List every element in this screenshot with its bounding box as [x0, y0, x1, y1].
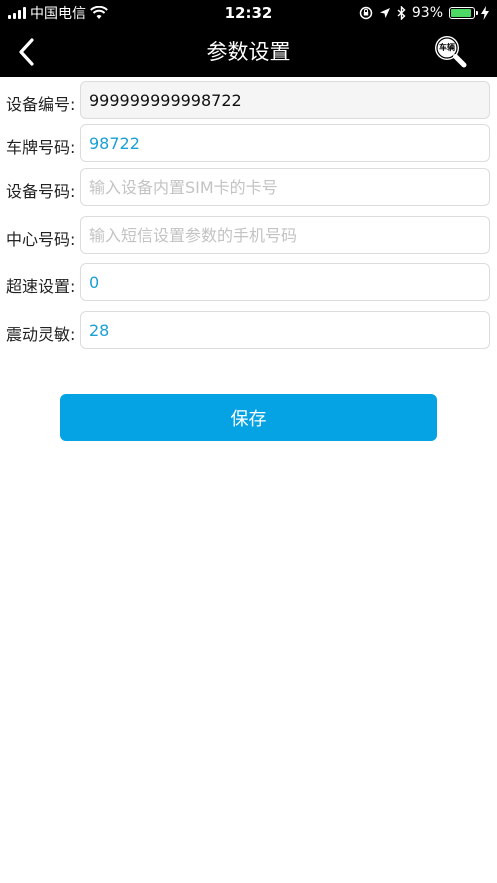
form-row-plate-number: 车牌号码: — [0, 124, 497, 164]
charging-icon — [481, 6, 489, 20]
location-icon — [379, 8, 390, 18]
form-row-center-phone: 中心号码: — [0, 216, 497, 256]
vibration-field[interactable] — [80, 311, 490, 349]
status-right: 93% — [359, 4, 489, 22]
screen: 中国电信 12:32 93% 参数设置 车辆 设备编号: 99999999999… — [0, 0, 497, 883]
form-row-vibration: 震动灵敏: — [0, 311, 497, 351]
search-badge-text: 车辆 — [439, 43, 455, 52]
plate-number-label: 车牌号码: — [6, 138, 76, 157]
overspeed-field[interactable] — [80, 263, 490, 301]
device-id-field[interactable] — [80, 81, 490, 119]
form-row-overspeed: 超速设置: — [0, 263, 497, 303]
search-car-button[interactable]: 车辆 — [433, 34, 467, 68]
status-bar: 中国电信 12:32 93% — [0, 0, 497, 26]
form-row-device-phone: 设备号码: — [0, 168, 497, 208]
top-bar: 中国电信 12:32 93% 参数设置 车辆 — [0, 0, 497, 77]
plate-number-field[interactable] — [80, 124, 490, 162]
battery-icon — [449, 7, 478, 19]
nav-bar: 参数设置 车辆 — [0, 26, 497, 77]
page-title: 参数设置 — [206, 40, 291, 64]
device-phone-field[interactable] — [80, 168, 490, 206]
form-row-device-id: 设备编号: — [0, 81, 497, 121]
device-phone-label: 设备号码: — [6, 182, 76, 201]
vibration-label: 震动灵敏: — [6, 325, 76, 344]
center-phone-label: 中心号码: — [6, 230, 76, 249]
overspeed-label: 超速设置: — [6, 277, 76, 296]
device-id-label: 设备编号: — [6, 95, 76, 114]
bluetooth-icon — [397, 6, 406, 20]
battery-percent: 93% — [411, 5, 443, 21]
center-phone-field[interactable] — [80, 216, 490, 254]
save-button[interactable]: 保存 — [60, 394, 437, 441]
rotation-lock-icon — [359, 6, 373, 20]
